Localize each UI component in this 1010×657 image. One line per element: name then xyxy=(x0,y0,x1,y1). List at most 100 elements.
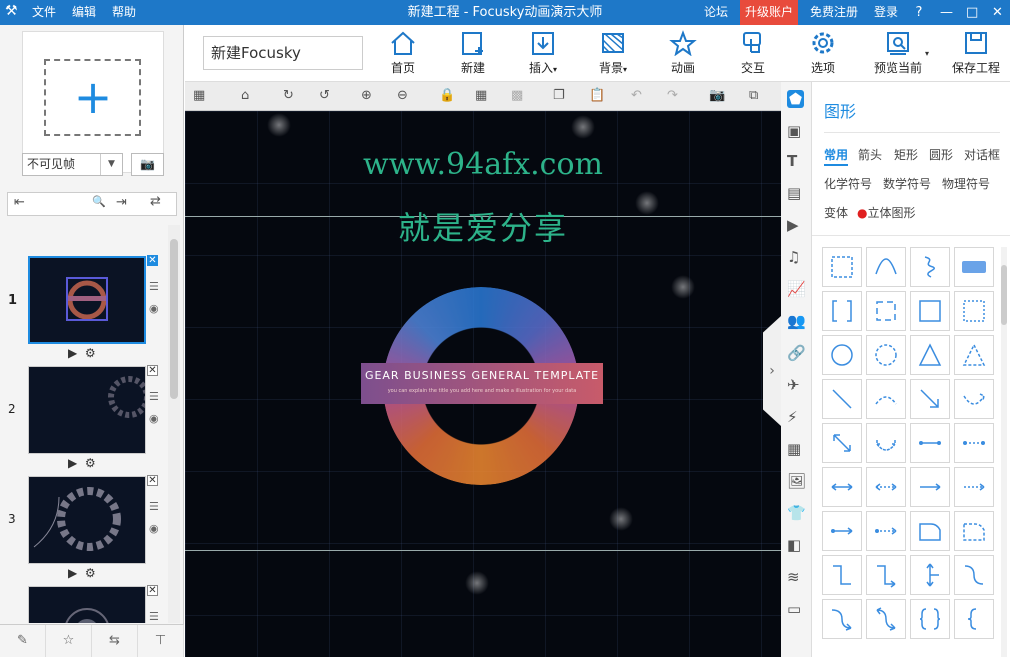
shape-item[interactable] xyxy=(866,511,906,551)
upgrade-button[interactable]: 升级账户 xyxy=(739,0,798,25)
text-icon[interactable]: T xyxy=(787,152,797,170)
edit-note-icon[interactable]: ✎ xyxy=(0,625,46,657)
shape-item[interactable] xyxy=(954,291,994,331)
shape-item[interactable] xyxy=(866,379,906,419)
slide-eye-icon[interactable]: ◉ xyxy=(149,412,159,425)
slide-menu-icon[interactable]: ☰ xyxy=(149,500,159,513)
shirt-icon[interactable]: 👕 xyxy=(787,504,806,522)
new-button[interactable]: 新建 xyxy=(443,29,503,76)
scroll-thumb[interactable] xyxy=(170,239,178,399)
first-frame-icon[interactable]: ⇤ xyxy=(14,195,25,210)
shape-item[interactable] xyxy=(910,335,950,375)
undo-icon[interactable]: ↶ xyxy=(631,88,642,103)
last-frame-icon[interactable]: ⇥ xyxy=(116,195,127,210)
home-button[interactable]: 首页 xyxy=(373,29,433,76)
shape-item[interactable] xyxy=(954,335,994,375)
flash-icon[interactable]: ⚡ xyxy=(787,408,798,426)
archive-icon[interactable]: ▭ xyxy=(787,600,801,618)
insert-button[interactable]: 插入▾ xyxy=(513,29,573,76)
background-button[interactable]: 背景▾ xyxy=(583,29,643,76)
shape-item[interactable] xyxy=(866,467,906,507)
shape-item[interactable] xyxy=(910,467,950,507)
menu-help[interactable]: 帮助 xyxy=(112,0,136,25)
top-icon[interactable]: ⊤ xyxy=(138,625,184,657)
slide-menu-icon[interactable]: ☰ xyxy=(149,610,159,623)
copy-icon[interactable]: ❐ xyxy=(553,88,565,103)
slide-thumb-1[interactable] xyxy=(28,256,146,344)
editing-canvas[interactable]: www.94afx.com 就是爱分享 GEAR BUSINESS GENERA… xyxy=(185,111,781,657)
tab-rectangles[interactable]: 矩形 xyxy=(894,146,918,163)
tab-common[interactable]: 常用 xyxy=(824,146,849,166)
collapse-panel-button[interactable]: › xyxy=(763,316,781,426)
shape-item[interactable] xyxy=(910,423,950,463)
play-icon[interactable]: ▶ xyxy=(68,346,77,360)
rotate-right-icon[interactable]: ↻ xyxy=(283,88,294,103)
shape-item[interactable] xyxy=(910,555,950,595)
zoom-icon[interactable]: 🔍 xyxy=(92,195,106,208)
slide-thumb-4[interactable] xyxy=(28,586,146,623)
shape-item[interactable] xyxy=(822,379,862,419)
people-icon[interactable]: 👥 xyxy=(787,312,806,330)
shape-item[interactable] xyxy=(910,599,950,639)
frame-type-select[interactable]: 不可见帧 ▼ xyxy=(22,153,123,176)
paste-icon[interactable]: 📋 xyxy=(589,88,605,103)
camera-button[interactable]: 📷 xyxy=(131,153,164,176)
shape-item[interactable] xyxy=(954,467,994,507)
register-link[interactable]: 免费注册 xyxy=(802,0,866,25)
slide-eye-icon[interactable]: ◉ xyxy=(149,302,159,315)
slide-scrollbar[interactable] xyxy=(168,225,180,623)
shape-item[interactable] xyxy=(866,247,906,287)
menu-edit[interactable]: 编辑 xyxy=(72,0,96,25)
save-project-button[interactable]: 保存工程 xyxy=(943,29,1009,76)
preview-current-button[interactable]: 预览当前 xyxy=(863,29,933,76)
login-link[interactable]: 登录 xyxy=(866,0,906,25)
shape-item[interactable] xyxy=(910,379,950,419)
template-icon[interactable]: ▤ xyxy=(787,184,801,202)
camera-icon[interactable]: 📷 xyxy=(709,88,725,103)
tab-variants[interactable]: 变体 xyxy=(824,204,848,221)
shape-item[interactable] xyxy=(822,555,862,595)
gear-icon[interactable]: ⚙ xyxy=(85,566,96,580)
shape-item[interactable] xyxy=(954,379,994,419)
plane-icon[interactable]: ✈ xyxy=(787,376,800,394)
slide-thumb-3[interactable] xyxy=(28,476,146,564)
tab-physics[interactable]: 物理符号 xyxy=(942,175,990,192)
frame-sort-icon[interactable]: ⇄ xyxy=(150,194,161,209)
tab-3d-shapes[interactable]: ●立体图形 xyxy=(857,204,916,221)
tab-arrows[interactable]: 箭头 xyxy=(858,146,882,163)
forum-link[interactable]: 论坛 xyxy=(696,0,736,25)
shape-item[interactable] xyxy=(822,511,862,551)
tab-dialogs[interactable]: 对话框 xyxy=(964,146,1000,163)
music-icon[interactable]: ♫ xyxy=(787,248,800,266)
swap-icon[interactable]: ⇆ xyxy=(92,625,138,657)
shape-item[interactable] xyxy=(866,335,906,375)
link-icon[interactable]: 🔗 xyxy=(787,344,806,362)
chart-icon[interactable]: 📈 xyxy=(787,280,806,298)
shape-item[interactable] xyxy=(910,511,950,551)
animation-button[interactable]: 动画 xyxy=(653,29,713,76)
interaction-button[interactable]: 交互 xyxy=(723,29,783,76)
shape-item[interactable] xyxy=(866,555,906,595)
shape-item[interactable] xyxy=(822,335,862,375)
zoom-in-icon[interactable]: ⊕ xyxy=(361,88,372,103)
shape-item[interactable] xyxy=(954,423,994,463)
tab-circles[interactable]: 圆形 xyxy=(929,146,953,163)
tab-chemistry[interactable]: 化学符号 xyxy=(824,175,872,192)
add-frame-button[interactable]: + xyxy=(22,31,164,173)
component-icon[interactable]: ▦ xyxy=(787,440,801,458)
slide-menu-icon[interactable]: ☰ xyxy=(149,280,159,293)
image-icon[interactable]: ▣ xyxy=(787,122,801,140)
play-icon[interactable]: ▶ xyxy=(68,566,77,580)
gear-icon[interactable]: ⚙ xyxy=(85,456,96,470)
panel-scrollbar[interactable] xyxy=(1001,247,1007,657)
preview-dropdown-icon[interactable]: ▾ xyxy=(925,49,929,58)
redo-icon[interactable]: ↷ xyxy=(667,88,678,103)
shape-item[interactable] xyxy=(822,291,862,331)
slide-close-icon[interactable]: ✕ xyxy=(147,255,158,266)
slide-close-icon[interactable]: ✕ xyxy=(147,585,158,596)
shape-item[interactable] xyxy=(954,511,994,551)
grid-icon[interactable]: ▦ xyxy=(475,88,487,103)
scroll-thumb[interactable] xyxy=(1001,265,1007,325)
gear-icon[interactable]: ⚙ xyxy=(85,346,96,360)
shape-item[interactable] xyxy=(954,599,994,639)
